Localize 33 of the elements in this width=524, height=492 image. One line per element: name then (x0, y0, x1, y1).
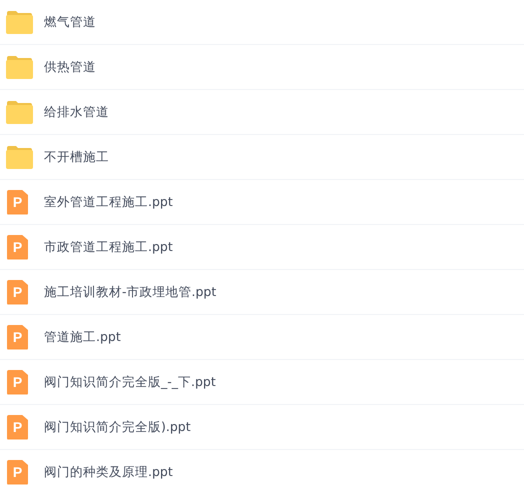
file-row[interactable]: P 管道施工.ppt (0, 315, 524, 360)
file-row[interactable]: 不开槽施工 (0, 135, 524, 180)
file-row[interactable]: P 施工培训教材-市政埋地管.ppt (0, 270, 524, 315)
file-row[interactable]: P 室外管道工程施工.ppt (0, 180, 524, 225)
file-row[interactable]: 燃气管道 (0, 0, 524, 45)
file-name: 不开槽施工 (44, 148, 109, 166)
file-row[interactable]: P 阀门知识简介完全版_-_下.ppt (0, 360, 524, 405)
presentation-file-icon: P (7, 234, 28, 260)
presentation-file-icon: P (7, 190, 28, 214)
file-name: 供热管道 (44, 58, 96, 76)
file-row[interactable]: 供热管道 (0, 45, 524, 90)
presentation-file-icon: P (7, 414, 28, 440)
folder-icon (6, 10, 33, 34)
file-row[interactable]: P 阀门的种类及原理.ppt (0, 450, 524, 492)
file-row[interactable]: P 市政管道工程施工.ppt (0, 225, 524, 270)
file-name: 给排水管道 (44, 104, 109, 120)
presentation-file-icon: P (7, 280, 28, 304)
file-name: 阀门的种类及原理.ppt (44, 464, 173, 480)
presentation-file-icon: P (7, 324, 28, 350)
file-name: 室外管道工程施工.ppt (44, 194, 173, 210)
file-row[interactable]: P 阀门知识简介完全版).ppt (0, 405, 524, 450)
file-name: 阀门知识简介完全版_-_下.ppt (44, 374, 216, 390)
file-row[interactable]: 给排水管道 (0, 90, 524, 135)
file-name: 市政管道工程施工.ppt (44, 238, 173, 256)
presentation-file-icon: P (7, 370, 28, 394)
folder-icon (6, 56, 33, 78)
folder-icon (6, 146, 33, 168)
file-name: 管道施工.ppt (44, 328, 121, 346)
file-name: 施工培训教材-市政埋地管.ppt (44, 284, 216, 300)
folder-icon (6, 100, 33, 124)
file-name: 燃气管道 (44, 14, 96, 30)
file-name: 阀门知识简介完全版).ppt (44, 418, 191, 436)
presentation-file-icon: P (7, 460, 28, 484)
